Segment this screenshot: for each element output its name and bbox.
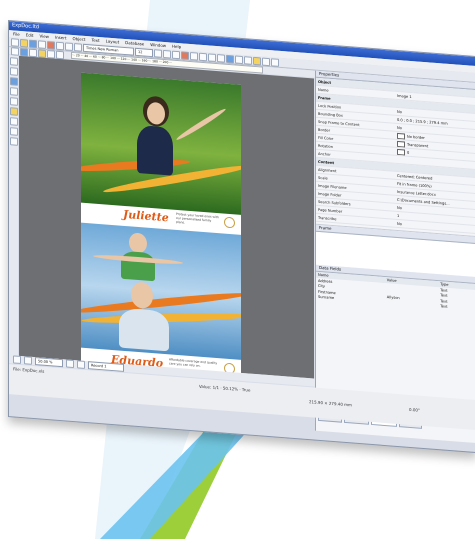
first-page-icon[interactable]	[13, 355, 21, 365]
window-title: ExpDoc.ltd	[12, 22, 40, 31]
frame-tool-icon[interactable]	[29, 48, 37, 57]
align-right-icon[interactable]	[208, 52, 216, 62]
status-coords: 215.90 × 279.40 mm	[309, 399, 352, 408]
shape-tool-icon[interactable]	[47, 49, 55, 59]
justify-icon[interactable]	[217, 53, 225, 63]
properties-panel: Properties Object Name Image 1 Frame Lock…	[315, 70, 475, 444]
fill-swatch-icon	[397, 140, 405, 148]
orange-ribbon-2	[81, 289, 241, 316]
girl-face	[147, 101, 165, 126]
next-page-icon[interactable]	[66, 359, 74, 369]
properties-grid: Object Name Image 1 Frame Lock Position No…	[316, 77, 475, 234]
border-swatch-icon	[397, 132, 405, 140]
name-juliette: Juliette	[123, 207, 169, 225]
save-icon[interactable]	[29, 39, 37, 48]
left-toolbar	[9, 55, 18, 358]
layer-icon[interactable]	[244, 55, 252, 65]
paste-icon[interactable]	[65, 41, 73, 51]
print-icon[interactable]	[38, 39, 46, 49]
rectangle-icon[interactable]	[9, 87, 18, 96]
font-size-select[interactable]: 12	[135, 47, 153, 57]
status-value: Value: 1/1 · 50.12% · True	[199, 383, 251, 393]
align-left-icon[interactable]	[190, 51, 198, 61]
image-icon[interactable]	[253, 56, 261, 65]
new-icon[interactable]	[11, 37, 19, 47]
bold-icon[interactable]	[154, 48, 162, 58]
status-angle: 0.00°	[409, 406, 420, 413]
girl-shirt	[137, 124, 173, 176]
grid-icon[interactable]	[235, 54, 243, 64]
text-tool-icon[interactable]	[20, 47, 28, 57]
zoom-tool-icon[interactable]	[9, 137, 18, 146]
girl-arm	[174, 106, 228, 142]
text-icon[interactable]	[9, 77, 18, 86]
document-page[interactable]: Juliette Protect your loved ones with ou…	[81, 72, 241, 375]
ellipse-icon[interactable]	[9, 97, 18, 106]
text-color-icon[interactable]	[181, 50, 189, 60]
status-file: File: ExpDoc.xls	[13, 366, 45, 374]
line-icon[interactable]	[9, 117, 18, 126]
orange-ribbon	[81, 157, 191, 174]
barcode-tool-icon[interactable]	[9, 127, 18, 136]
photo-girl[interactable]	[81, 72, 241, 215]
document-canvas[interactable]: Juliette Protect your loved ones with ou…	[19, 55, 314, 379]
zoom-icon[interactable]	[226, 54, 234, 63]
open-icon[interactable]	[20, 38, 28, 48]
align-center-icon[interactable]	[199, 52, 207, 61]
photo-father-son[interactable]	[81, 222, 241, 360]
rotation-icon	[397, 148, 405, 156]
select-tool-icon[interactable]	[11, 46, 19, 56]
company-logo-icon	[224, 216, 235, 229]
underline-icon[interactable]	[172, 50, 180, 59]
copy-icon[interactable]	[56, 41, 64, 50]
undo-icon[interactable]	[74, 42, 82, 52]
tagline-juliette: Protect your loved ones with our persona…	[176, 211, 219, 225]
last-page-icon[interactable]	[77, 360, 85, 369]
man-face	[131, 281, 153, 310]
pointer-icon[interactable]	[9, 57, 18, 66]
cut-icon[interactable]	[47, 40, 55, 50]
line-tool-icon[interactable]	[56, 50, 64, 59]
hand-icon[interactable]	[9, 67, 18, 76]
boy-face	[129, 232, 147, 254]
picture-icon[interactable]	[9, 107, 18, 116]
italic-icon[interactable]	[163, 49, 171, 59]
table-icon[interactable]	[262, 57, 270, 66]
app-window: ExpDoc.ltd File Edit View Insert Object …	[8, 20, 475, 454]
image-tool-icon[interactable]	[38, 48, 46, 58]
man-shirt	[119, 307, 169, 352]
barcode-icon[interactable]	[271, 57, 279, 67]
prev-page-icon[interactable]	[24, 356, 32, 365]
